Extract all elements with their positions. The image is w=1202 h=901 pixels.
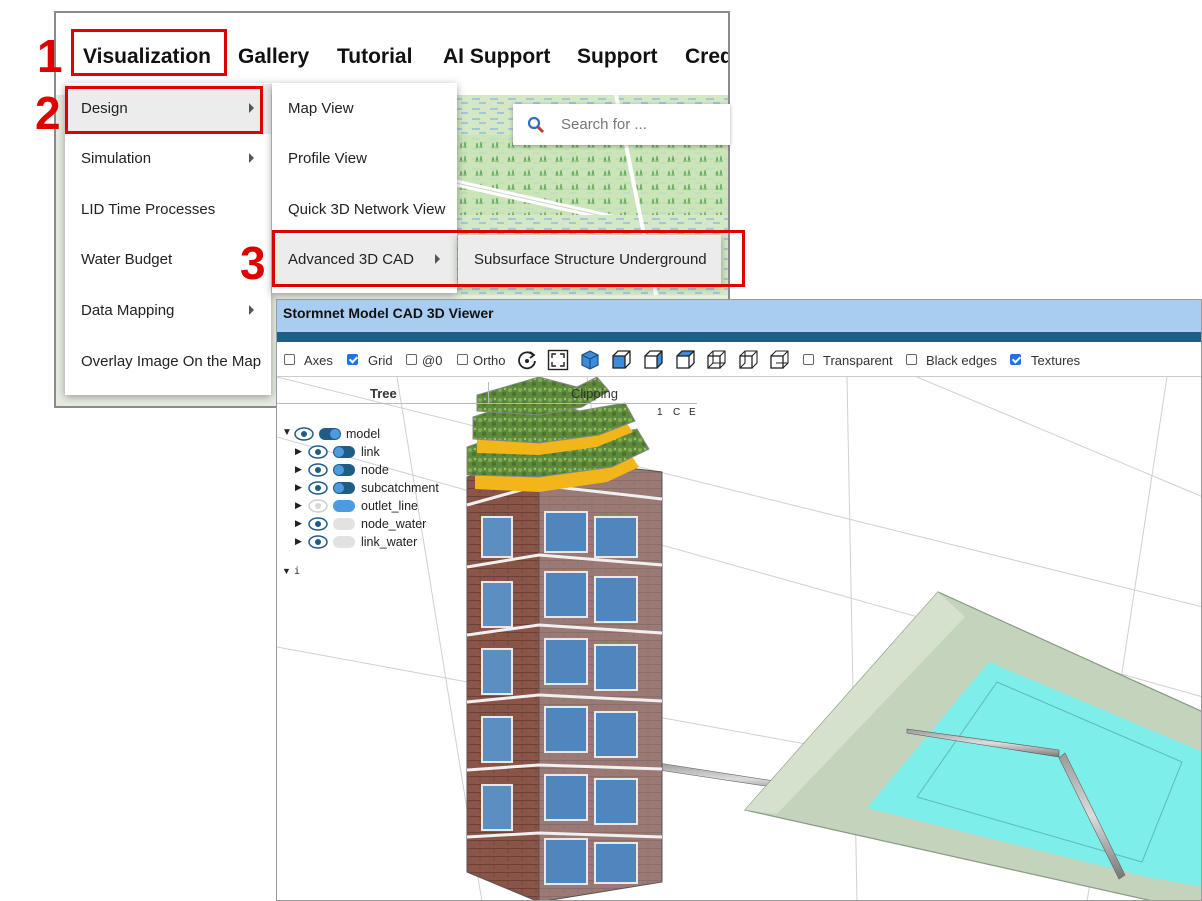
shape-toggle-icon[interactable] [332,463,356,477]
axes-checkbox[interactable] [284,354,295,365]
step-number-1: 1 [37,30,63,82]
menu-item-label: Water Budget [81,251,173,268]
tree-label-link-water: link_water [361,535,418,549]
expand-arrow-icon[interactable]: ▶ [295,536,302,547]
viewer-title-bar: Stormnet Model CAD 3D Viewer [277,300,1201,332]
menu-item-label: Simulation [81,150,152,167]
expand-arrow-icon[interactable]: ▶ [295,446,302,457]
shape-toggle-icon[interactable] [332,499,356,513]
shape-toggle-icon[interactable] [332,445,356,459]
menu-item-map-view[interactable]: Map View [272,84,457,134]
black-edges-checkbox[interactable] [906,354,917,365]
nav-tutorial[interactable]: Tutorial [337,45,412,69]
fit-view-icon[interactable] [547,349,569,371]
tree-col-e: E [689,407,696,418]
menu-item-label: Map View [288,100,354,117]
nav-credits[interactable]: Cred [685,45,728,69]
highlight-box-advanced-3d-cad [272,230,745,287]
grid-label: Grid [368,353,393,368]
viewer-toolbar: Axes Grid @0 Ortho Transparent Black edg… [277,344,1201,377]
expand-arrow-icon[interactable]: ▶ [295,518,302,529]
top-view-icon[interactable] [674,349,696,371]
tree-col-c: C [673,407,681,418]
transparent-label: Transparent [823,353,893,368]
tree-col-1: 1 [657,407,663,418]
menu-item-label: Quick 3D Network View [288,201,446,218]
tab-clipping[interactable]: Clipping [571,386,618,401]
front-view-icon[interactable] [610,349,632,371]
map-search-box[interactable]: Search for ... [513,104,730,145]
transparent-checkbox[interactable] [803,354,814,365]
iso-view-icon[interactable] [579,349,601,371]
expand-arrow-icon[interactable]: ▶ [295,464,302,475]
bottom-view-icon[interactable] [768,349,790,371]
visibility-eye-icon[interactable] [294,427,314,441]
visibility-eye-icon[interactable] [308,463,328,477]
shape-toggle-icon[interactable] [332,535,356,549]
shape-toggle-icon[interactable] [332,517,356,531]
reset-view-icon[interactable] [516,349,538,371]
textures-checkbox[interactable] [1010,354,1021,365]
submenu-arrow-icon [249,153,254,163]
tree-label-outlet-line: outlet_line [361,499,418,513]
tree-label-subcatchment: subcatchment [361,481,439,495]
tree-label-model: model [346,427,381,441]
tree-label-node: node [361,463,389,477]
at0-label: @0 [422,353,443,368]
axes-label: Axes [304,353,333,368]
visibility-eye-off-icon[interactable] [308,499,328,513]
tree-label-link: link [361,445,380,459]
3d-scene-canvas[interactable] [277,377,1202,901]
visibility-eye-icon[interactable] [308,445,328,459]
menu-item-profile-view[interactable]: Profile View [272,134,457,184]
visibility-eye-icon[interactable] [308,517,328,531]
menu-item-label: Data Mapping [81,302,175,319]
menu-item-lid-time-processes[interactable]: LID Time Processes [65,185,271,235]
step-number-3: 3 [240,237,266,289]
building-model [466,377,663,900]
menu-item-label: Overlay Image On the Map [81,353,262,370]
menu-item-data-mapping[interactable]: Data Mapping [65,286,271,336]
viewer-title: Stormnet Model CAD 3D Viewer [283,305,494,321]
tab-divider [488,382,489,403]
expand-arrow-icon[interactable]: ▶ [295,500,302,511]
grid-checkbox[interactable] [347,354,358,365]
tree-tab-bar [277,377,697,404]
cad-3d-viewer-window: Stormnet Model CAD 3D Viewer Axes Grid @… [276,299,1202,901]
submenu-arrow-icon [249,305,254,315]
visibility-eye-icon[interactable] [308,481,328,495]
expand-arrow-icon[interactable]: ▶ [295,482,302,493]
highlight-box-visualization [71,29,227,76]
black-edges-label: Black edges [926,353,997,368]
menu-item-overlay-image[interactable]: Overlay Image On the Map [65,337,271,387]
menu-item-label: Profile View [288,150,367,167]
pond-structure [743,591,1201,900]
tree-label-info: i [294,566,301,577]
right-view-icon[interactable] [642,349,664,371]
left-view-icon[interactable] [737,349,759,371]
search-input[interactable]: Search for ... [561,116,647,133]
expand-arrow-icon[interactable]: ▼ [282,427,292,438]
shape-toggle-icon[interactable] [318,427,342,441]
ortho-label: Ortho [473,353,506,368]
viewer-header-band [277,332,1201,342]
search-icon [527,116,545,134]
textures-label: Textures [1031,353,1081,368]
highlight-box-design [65,86,263,134]
tab-tree[interactable]: Tree [370,386,397,401]
back-view-icon[interactable] [705,349,727,371]
nav-ai-support[interactable]: AI Support [443,45,550,69]
nav-support[interactable]: Support [577,45,657,69]
step-number-2: 2 [35,87,61,139]
shape-toggle-icon[interactable] [332,481,356,495]
nav-gallery[interactable]: Gallery [238,45,309,69]
menu-item-simulation[interactable]: Simulation [65,134,271,184]
expand-arrow-icon[interactable]: ▼ [282,566,291,576]
menu-item-label: LID Time Processes [81,201,216,218]
ortho-checkbox[interactable] [457,354,468,365]
at0-checkbox[interactable] [406,354,417,365]
tree-label-node-water: node_water [361,517,427,531]
visibility-eye-icon[interactable] [308,535,328,549]
menu-item-quick-3d-network-view[interactable]: Quick 3D Network View [272,185,457,235]
